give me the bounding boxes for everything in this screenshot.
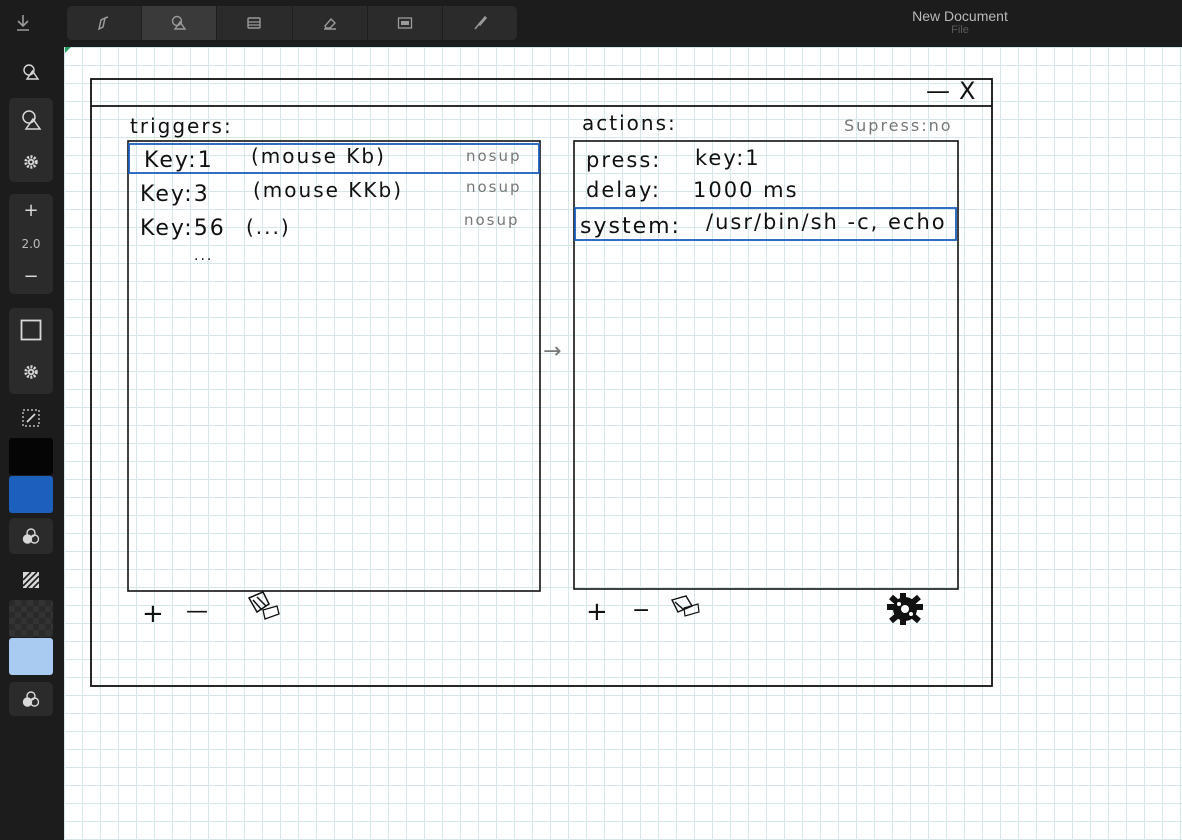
tool-pen[interactable]	[67, 6, 143, 40]
stroke-pattern-icon	[22, 409, 40, 427]
download-icon	[17, 15, 29, 31]
sketch-trigger-suppress: nosup	[466, 178, 522, 196]
color-mix-icon	[22, 528, 40, 544]
fill-color-secondary[interactable]	[9, 638, 53, 675]
download-button[interactable]	[0, 0, 46, 46]
sketch-window-close: X	[959, 77, 977, 105]
sketch-remove-trigger: —	[186, 599, 210, 624]
left-toolbar: + 2.0 −	[0, 46, 62, 840]
decrease-size-button[interactable]: −	[9, 260, 53, 293]
shape-settings-button[interactable]	[9, 142, 53, 182]
stroke-size-value: 2.0	[21, 236, 41, 251]
tool-selection[interactable]	[368, 6, 443, 40]
brush-icon	[474, 15, 487, 30]
canvas-corner-marker	[65, 47, 71, 53]
frame-tool-button[interactable]	[9, 308, 53, 352]
pen-icon	[98, 16, 109, 31]
eraser-icon	[323, 17, 336, 30]
sketch-trigger-key: Key:1	[144, 148, 214, 173]
sketch-layer: — X triggers: Key:1 (mouse Kb) nosup Key…	[65, 47, 993, 687]
color-mix-icon	[22, 691, 40, 707]
stroke-blend-button[interactable]	[9, 518, 53, 554]
sketch-suppress-label: Supress:no	[844, 116, 953, 135]
fill-blend-button[interactable]	[9, 682, 53, 716]
plus-icon: +	[23, 200, 39, 221]
fill-color-primary[interactable]	[9, 600, 53, 637]
stamp-icon	[247, 17, 262, 29]
tool-group	[67, 6, 517, 40]
tool-shape-select[interactable]	[142, 6, 218, 40]
sketch-action-value: 1000 ms	[693, 178, 799, 202]
sketch-add-trigger: +	[142, 599, 166, 629]
gear-icon	[24, 365, 38, 379]
sketch-remove-action: −	[632, 598, 652, 623]
sketch-action-value: key:1	[695, 146, 761, 170]
sketch-trigger-suppress: nosup	[464, 211, 520, 229]
increase-size-button[interactable]: +	[9, 194, 53, 227]
shape-style-button[interactable]	[9, 98, 53, 142]
gear-icon	[887, 593, 923, 625]
stroke-color-mode-button[interactable]	[9, 398, 53, 438]
shape-select-icon	[172, 15, 187, 30]
sketch-add-action: +	[586, 597, 610, 627]
sketch-trigger-source: (mouse KKb)	[253, 178, 403, 202]
selection-rect-icon	[397, 17, 412, 29]
trash-icon	[247, 591, 280, 620]
drawing-canvas[interactable]: — X triggers: Key:1 (mouse Kb) nosup Key…	[64, 47, 1182, 840]
sketch-trigger-source: (mouse Kb)	[251, 144, 386, 168]
sketch-action-type: system:	[580, 214, 681, 239]
sketch-window-frame	[90, 78, 993, 687]
stroke-size-group: + 2.0 −	[9, 194, 53, 294]
gear-icon	[24, 155, 38, 169]
sketch-arrow: →	[543, 339, 563, 364]
tool-stamp[interactable]	[217, 6, 293, 40]
frame-settings-button[interactable]	[9, 352, 53, 392]
rectangle-icon	[20, 319, 42, 341]
frame-options-group	[9, 308, 53, 394]
sketch-trigger-suppress: nosup	[466, 147, 522, 165]
shape-options-group	[9, 98, 53, 182]
sketch-action-type: delay:	[586, 178, 661, 202]
tool-brush[interactable]	[443, 6, 517, 40]
shape-tool-button[interactable]	[9, 52, 53, 92]
document-name: New Document	[912, 8, 1008, 24]
sketch-triggers-label: triggers:	[130, 114, 233, 138]
tool-eraser[interactable]	[293, 6, 368, 40]
sketch-triggers-list	[127, 140, 541, 592]
sketch-trigger-key: Key:56	[140, 216, 226, 241]
sketch-trigger-source: (...)	[246, 215, 291, 239]
document-title[interactable]: New Document File	[880, 8, 1040, 37]
sketch-more-triggers: ...	[194, 248, 213, 264]
trash-icon	[670, 595, 700, 617]
fill-color-mode-button[interactable]	[9, 560, 53, 600]
top-bar: New Document File	[0, 0, 1182, 46]
sketch-action-value: /usr/bin/sh -c, echo	[706, 210, 947, 234]
sketch-actions-label: actions:	[582, 111, 677, 135]
sketch-trigger-key: Key:3	[140, 182, 210, 207]
document-subtitle: File	[951, 24, 969, 36]
fill-pattern-icon	[22, 571, 40, 589]
shape-style-icon	[22, 110, 42, 130]
stroke-color-primary[interactable]	[9, 438, 53, 475]
sketch-window-minimize: —	[926, 77, 952, 105]
shape-select-icon	[23, 64, 40, 80]
minus-icon: −	[23, 266, 39, 287]
sketch-action-type: press:	[586, 148, 661, 172]
stroke-color-secondary[interactable]	[9, 476, 53, 513]
